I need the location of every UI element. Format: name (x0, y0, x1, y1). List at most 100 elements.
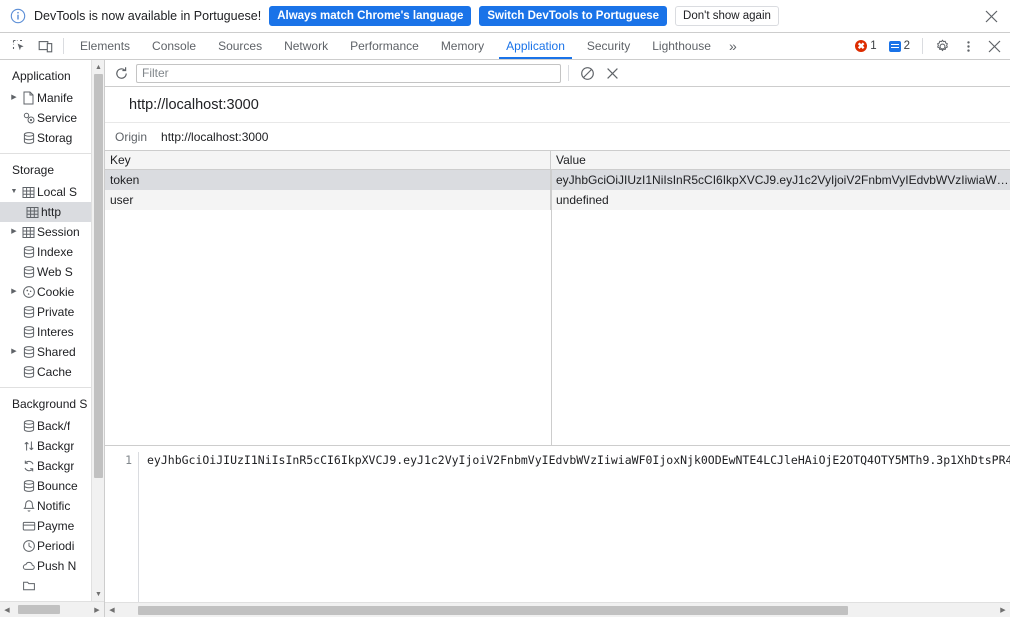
sidebar-item-label: Private (37, 305, 75, 319)
message-count-badge[interactable]: 2 (884, 37, 915, 56)
devtools-window: DevTools is now available in Portuguese!… (0, 0, 1010, 617)
database-icon (20, 365, 37, 379)
tab-performance[interactable]: Performance (339, 33, 430, 59)
tab-memory[interactable]: Memory (430, 33, 495, 59)
chevron-right-icon[interactable]: ▶ (8, 342, 20, 362)
sidebar-item-payment-handler[interactable]: Payme (0, 516, 104, 536)
column-header-key[interactable]: Key (105, 151, 551, 169)
cell-value[interactable]: eyJhbGciOiJIUzI1NiIsInR5cCI6IkpXVCJ9.eyJ… (551, 170, 1010, 190)
scroll-down-arrow-icon[interactable]: ▼ (92, 587, 104, 601)
chevron-right-icon[interactable]: ▶ (8, 88, 20, 108)
sidebar-horizontal-scrollbar[interactable]: ◀ ▶ (0, 601, 104, 617)
sidebar-vertical-scrollbar[interactable]: ▲ ▼ (91, 60, 104, 601)
message-bubble-icon (888, 40, 901, 52)
table-row[interactable]: token eyJhbGciOiJIUzI1NiIsInR5cCI6IkpXVC… (105, 170, 1010, 190)
table-row[interactable]: user undefined (105, 190, 1010, 210)
sidebar-item-private-state-tokens[interactable]: Private (0, 302, 104, 322)
toolbar-divider-2 (922, 38, 923, 54)
table-body: token eyJhbGciOiJIUzI1NiIsInR5cCI6IkpXVC… (105, 170, 1010, 445)
sidebar-item-web-sql[interactable]: Web S (0, 262, 104, 282)
sidebar-item-notifications[interactable]: Notific (0, 496, 104, 516)
sidebar-item-shared-storage[interactable]: ▶ Shared (0, 342, 104, 362)
database-icon (20, 265, 37, 279)
scroll-up-arrow-icon[interactable]: ▲ (92, 60, 104, 74)
sidebar-item-bounce-tracking[interactable]: Bounce (0, 476, 104, 496)
scroll-left-arrow-icon[interactable]: ◀ (0, 606, 14, 614)
inspect-element-icon[interactable] (6, 34, 32, 58)
toolbar-divider (63, 38, 64, 54)
kebab-menu-icon[interactable] (956, 34, 980, 58)
error-count-badge[interactable]: ✖ 1 (850, 37, 881, 56)
error-count-label: 1 (870, 40, 877, 52)
sidebar-item-reporting-api-partial[interactable] (0, 576, 104, 596)
tab-console[interactable]: Console (141, 33, 207, 59)
sidebar-item-label: Shared (37, 345, 76, 359)
chevron-right-icon[interactable]: ▶ (8, 282, 20, 302)
preview-value-text[interactable]: eyJhbGciOiJIUzI1NiIsInR5cCI6IkpXVCJ9.eyJ… (139, 452, 1010, 617)
delete-selected-icon[interactable] (601, 62, 623, 84)
sidebar-item-periodic-background-sync[interactable]: Periodi (0, 536, 104, 556)
sidebar-item-cookies[interactable]: ▶ Cookie (0, 282, 104, 302)
sidebar-item-indexeddb[interactable]: Indexe (0, 242, 104, 262)
cell-key[interactable]: user (105, 190, 551, 210)
switch-devtools-language-button[interactable]: Switch DevTools to Portuguese (479, 6, 668, 26)
cell-key[interactable]: token (105, 170, 551, 190)
database-icon (20, 305, 37, 319)
tab-sources[interactable]: Sources (207, 33, 273, 59)
sidebar-item-push-messaging[interactable]: Push N (0, 556, 104, 576)
sidebar-item-session-storage[interactable]: ▶ Session (0, 222, 104, 242)
origin-value: http://localhost:3000 (161, 129, 269, 144)
sidebar-item-storage[interactable]: Storag (0, 128, 104, 148)
sidebar-item-back-forward-cache[interactable]: Back/f (0, 416, 104, 436)
refresh-icon[interactable] (109, 62, 133, 84)
scroll-right-arrow-icon[interactable]: ▶ (996, 606, 1010, 614)
sidebar-item-background-fetch[interactable]: Backgr (0, 436, 104, 456)
sidebar-item-local-storage[interactable]: ▼ Local S (0, 182, 104, 202)
tab-security[interactable]: Security (576, 33, 641, 59)
column-header-value[interactable]: Value (551, 151, 1010, 169)
scroll-left-arrow-icon[interactable]: ◀ (105, 606, 119, 614)
local-storage-panel: http://localhost:3000 Origin http://loca… (105, 60, 1010, 617)
sidebar-item-localhost-origin[interactable]: http (0, 202, 104, 222)
preview-scrollbar-thumb[interactable] (138, 606, 848, 615)
sidebar-item-interest-groups[interactable]: Interes (0, 322, 104, 342)
sidebar-section-title: Background S (12, 397, 88, 411)
sidebar-item-label: Bounce (37, 479, 78, 493)
tab-lighthouse[interactable]: Lighthouse (641, 33, 722, 59)
close-icon[interactable] (980, 5, 1002, 27)
tab-application[interactable]: Application (495, 33, 576, 59)
gear-icon[interactable] (930, 34, 954, 58)
close-devtools-icon[interactable] (982, 34, 1006, 58)
preview-horizontal-scrollbar[interactable]: ◀ ▶ (105, 602, 1010, 617)
page-title: http://localhost:3000 (129, 96, 259, 113)
application-sidebar: Application ▶ Manife Service Storag Stor… (0, 60, 105, 617)
notification-message: DevTools is now available in Portuguese! (34, 9, 262, 23)
device-toolbar-icon[interactable] (32, 34, 58, 58)
sidebar-item-service-workers[interactable]: Service (0, 108, 104, 128)
sidebar-hscrollbar-thumb[interactable] (18, 605, 60, 614)
tab-elements[interactable]: Elements (69, 33, 141, 59)
report-icon (20, 581, 37, 591)
sidebar-item-label: Cache (37, 365, 72, 379)
tab-network[interactable]: Network (273, 33, 339, 59)
sidebar-item-manifest[interactable]: ▶ Manife (0, 88, 104, 108)
always-match-language-button[interactable]: Always match Chrome's language (269, 6, 472, 26)
sidebar-scrollbar-thumb[interactable] (94, 74, 103, 478)
cell-value[interactable]: undefined (551, 190, 1010, 210)
origin-row: Origin http://localhost:3000 (105, 123, 1010, 151)
preview-code-area: 1 eyJhbGciOiJIUzI1NiIsInR5cCI6IkpXVCJ9.e… (105, 446, 1010, 617)
dont-show-again-button[interactable]: Don't show again (675, 6, 779, 26)
chevron-down-icon[interactable]: ▼ (8, 182, 20, 202)
column-divider[interactable] (551, 170, 552, 445)
sidebar-section-title: Application (12, 69, 71, 83)
bell-icon (20, 499, 37, 513)
chevron-double-right-icon[interactable]: » (722, 33, 744, 59)
filter-input[interactable] (136, 63, 561, 83)
scroll-right-arrow-icon[interactable]: ▶ (90, 606, 104, 614)
sidebar-item-cache-storage[interactable]: Cache (0, 362, 104, 382)
sidebar-item-label: Storag (37, 131, 73, 145)
origin-title-row: http://localhost:3000 (105, 87, 1010, 123)
sidebar-item-background-sync[interactable]: Backgr (0, 456, 104, 476)
chevron-right-icon[interactable]: ▶ (8, 222, 20, 242)
clear-all-icon[interactable] (576, 62, 598, 84)
